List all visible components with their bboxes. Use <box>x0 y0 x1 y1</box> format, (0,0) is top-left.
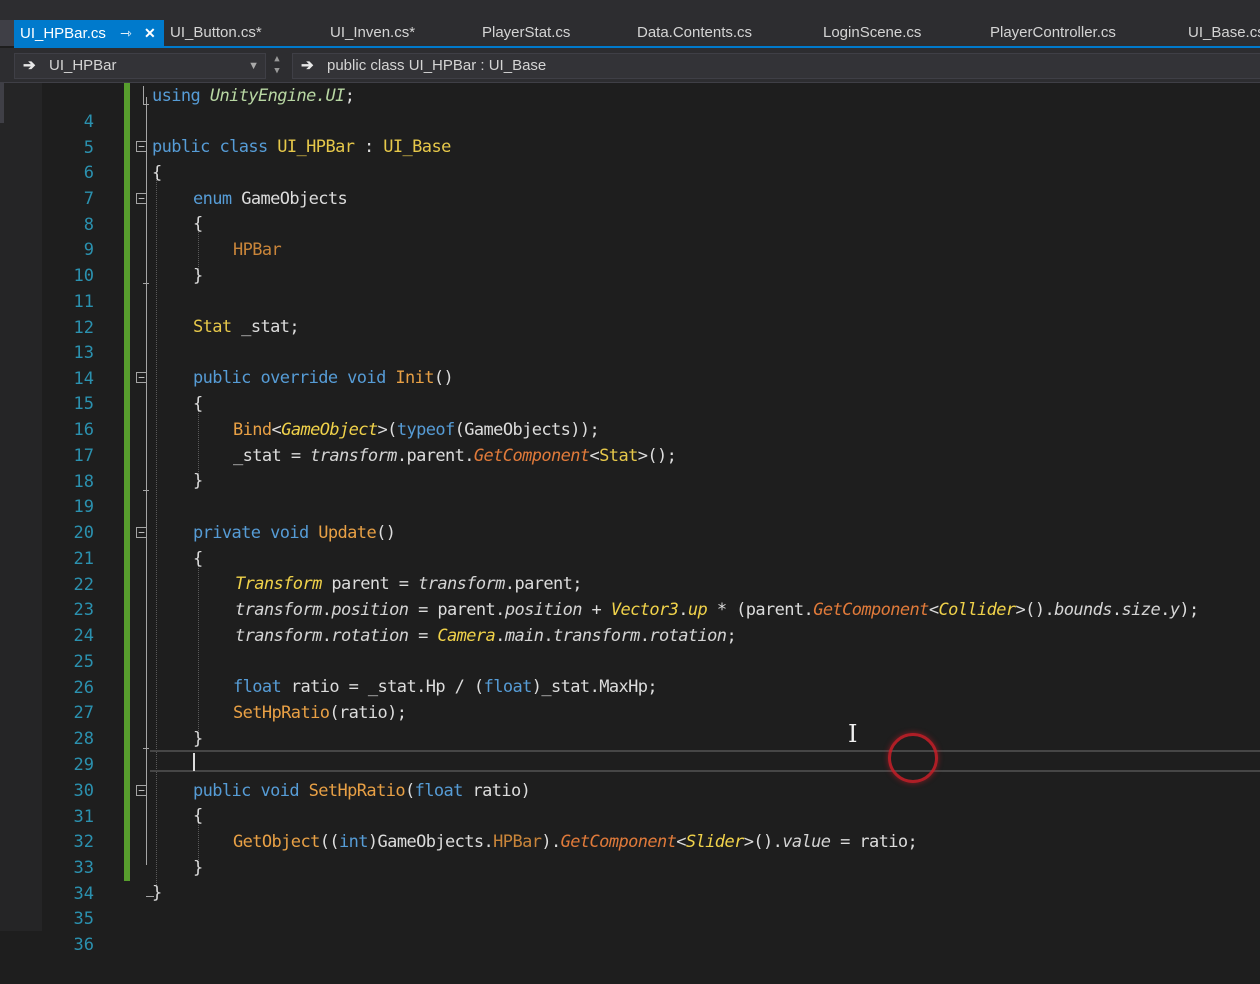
line-code: } <box>193 729 203 749</box>
code-line[interactable]: 9 { <box>0 211 1260 260</box>
chevron-down-icon: ▼ <box>248 60 259 72</box>
collapse-icon[interactable]: − <box>136 193 147 204</box>
code-line[interactable]: 11 } <box>0 263 1260 312</box>
code-line[interactable]: 7 { <box>0 160 1260 209</box>
code-line[interactable]: 8 − enum GameObjects <box>0 186 1260 235</box>
code-line[interactable]: 27 float ratio = _stat.Hp / (float)_stat… <box>0 674 1260 723</box>
line-code: { <box>152 163 162 183</box>
code-line[interactable]: 24 transform.position = parent.position … <box>0 597 1260 646</box>
member-dropdown-value: public class UI_HPBar : UI_Base <box>327 57 547 74</box>
tab-label: LoginScene.cs <box>823 24 922 41</box>
tab-label: UI_Inven.cs* <box>330 24 416 41</box>
arrow-right-icon: ➔ <box>301 57 314 74</box>
line-code: { <box>193 806 203 826</box>
code-editor[interactable]: 4 using UnityEngine.UI; 5 6 − public cla… <box>0 83 1260 955</box>
tab-ui-inven[interactable]: UI_Inven.cs* <box>330 20 415 46</box>
tab-playerstat[interactable]: PlayerStat.cs <box>482 20 570 46</box>
code-line[interactable]: 19 } <box>0 468 1260 517</box>
tab-label: UI_Button.cs* <box>170 24 262 41</box>
line-code: Transform parent = transform.parent; <box>235 574 582 594</box>
code-line[interactable]: 20 <box>0 494 1260 543</box>
line-code: Bind<GameObject>(typeof(GameObjects)); <box>233 420 600 440</box>
code-line[interactable]: 4 using UnityEngine.UI; <box>0 83 1260 132</box>
member-dropdown[interactable]: ➔ public class UI_HPBar : UI_Base <box>292 53 1260 79</box>
code-line[interactable]: 23 Transform parent = transform.parent; <box>0 571 1260 620</box>
tab-label: UI_Base.cs <box>1188 24 1260 41</box>
tab-label: UI_HPBar.cs <box>20 25 106 42</box>
code-line[interactable]: 6 − public class UI_HPBar : UI_Base <box>0 134 1260 183</box>
code-line[interactable]: 36 <box>0 906 1260 955</box>
code-line[interactable]: 22 { <box>0 546 1260 595</box>
line-code: Stat _stat; <box>193 317 300 337</box>
tab-data-contents[interactable]: Data.Contents.cs <box>637 20 752 46</box>
line-code: _stat = transform.parent.GetComponent<St… <box>233 446 677 466</box>
code-line[interactable]: 34 } <box>0 855 1260 904</box>
line-code: GetObject((int)GameObjects.HPBar).GetCom… <box>233 832 918 852</box>
tab-label: PlayerController.cs <box>990 24 1116 41</box>
scope-dropdown[interactable]: ➔ UI_HPBar ▼ <box>14 53 266 79</box>
scope-dropdown-value: UI_HPBar <box>49 57 117 74</box>
line-code: using UnityEngine.UI; <box>152 86 355 106</box>
code-line[interactable]: 29 } <box>0 726 1260 775</box>
code-line[interactable]: 18 _stat = transform.parent.GetComponent… <box>0 443 1260 492</box>
collapse-icon[interactable]: − <box>136 141 147 152</box>
line-code: public override void Init() <box>193 368 454 388</box>
code-line[interactable]: 33 GetObject((int)GameObjects.HPBar).Get… <box>0 829 1260 878</box>
code-line[interactable]: 16 { <box>0 391 1260 440</box>
code-line[interactable]: 15 − public override void Init() <box>0 365 1260 414</box>
code-line[interactable]: 14 <box>0 340 1260 389</box>
tab-ui-button[interactable]: UI_Button.cs* <box>170 20 262 46</box>
code-line[interactable]: 12 <box>0 289 1260 338</box>
line-code: public class UI_HPBar : UI_Base <box>152 137 451 157</box>
line-code: public void SetHpRatio(float ratio) <box>193 781 531 801</box>
close-icon[interactable]: ✕ <box>144 20 156 46</box>
code-line[interactable]: 5 <box>0 109 1260 158</box>
tab-label: Data.Contents.cs <box>637 24 753 41</box>
click-indicator <box>888 733 938 783</box>
code-line[interactable]: 17 Bind<GameObject>(typeof(GameObjects))… <box>0 417 1260 466</box>
arrow-right-icon: ➔ <box>23 57 36 74</box>
tab-ui-base[interactable]: UI_Base.cs <box>1188 20 1260 46</box>
code-line[interactable]: 26 <box>0 649 1260 698</box>
navigation-bar: ➔ UI_HPBar ▼ ▲ ▼ ➔ public class UI_HPBar … <box>0 48 1260 83</box>
line-code: { <box>193 214 203 234</box>
collapse-icon[interactable]: − <box>136 372 147 383</box>
line-code: transform.rotation = Camera.main.transfo… <box>235 626 737 646</box>
line-code: { <box>193 394 203 414</box>
line-code: } <box>193 858 203 878</box>
tab-label: PlayerStat.cs <box>482 24 571 41</box>
code-line[interactable]: 28 SetHpRatio(ratio); <box>0 700 1260 749</box>
tab-strip-edge <box>0 20 14 46</box>
line-code: HPBar <box>233 240 282 260</box>
line-number: 36 <box>73 935 94 955</box>
code-line[interactable]: 21 − private void Update() <box>0 520 1260 569</box>
tab-playercontroller[interactable]: PlayerController.cs <box>990 20 1116 46</box>
line-code: } <box>193 471 203 491</box>
line-code: SetHpRatio(ratio); <box>233 703 407 723</box>
line-code: { <box>193 549 203 569</box>
collapse-icon[interactable]: − <box>136 785 147 796</box>
code-line[interactable]: 32 { <box>0 803 1260 852</box>
line-code: transform.position = parent.position + V… <box>235 600 1199 620</box>
code-line[interactable]: 30 <box>0 752 1260 801</box>
ibeam-cursor-icon: I <box>848 720 858 748</box>
document-tab-strip: UI_HPBar.cs ⇾ ✕ UI_Button.cs* UI_Inven.c… <box>0 0 1260 46</box>
code-line[interactable]: 13 Stat _stat; <box>0 314 1260 363</box>
line-code: enum GameObjects <box>193 189 348 209</box>
pin-icon[interactable]: ⇾ <box>120 20 132 46</box>
code-line[interactable]: 31 − public void SetHpRatio(float ratio) <box>0 778 1260 827</box>
line-code: } <box>193 266 203 286</box>
code-line[interactable]: 25 transform.rotation = Camera.main.tran… <box>0 623 1260 672</box>
tab-loginscene[interactable]: LoginScene.cs <box>823 20 921 46</box>
code-line[interactable]: 35 } <box>0 880 1260 929</box>
line-code: private void Update() <box>193 523 396 543</box>
collapse-icon[interactable]: − <box>136 527 147 538</box>
line-code: float ratio = _stat.Hp / (float)_stat.Ma… <box>233 677 658 697</box>
code-line[interactable]: 10 HPBar <box>0 237 1260 286</box>
split-spinner[interactable]: ▲ ▼ <box>268 53 286 79</box>
line-code: } <box>152 883 162 903</box>
tab-ui-hpbar[interactable]: UI_HPBar.cs ⇾ ✕ <box>14 20 164 46</box>
